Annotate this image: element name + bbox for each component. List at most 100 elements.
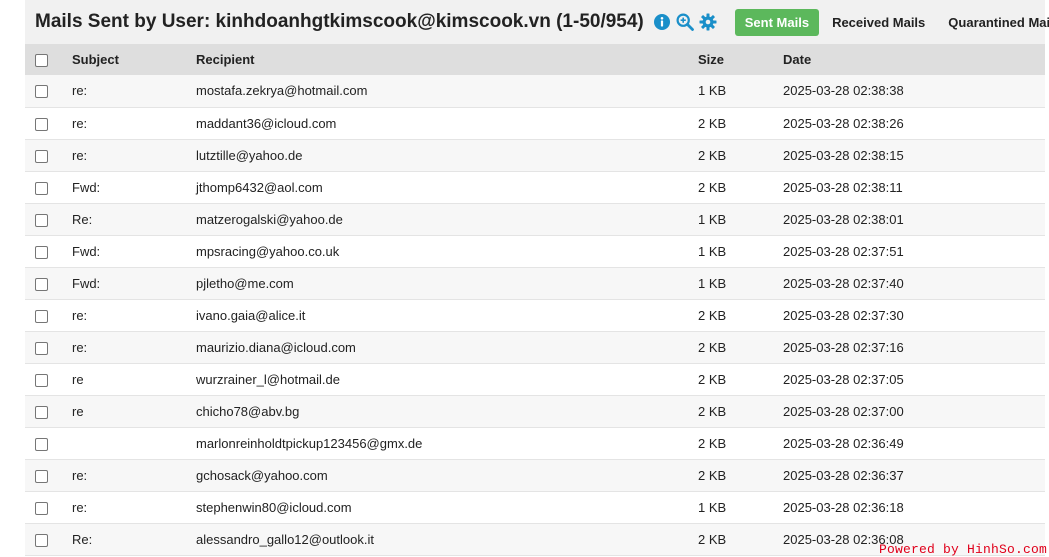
- row-select-cell: [25, 139, 72, 171]
- tab-quarantined-mails[interactable]: Quarantined Mails: [938, 9, 1049, 36]
- info-icon[interactable]: [652, 12, 672, 32]
- recipient-cell: maddant36@icloud.com: [196, 115, 337, 131]
- row-select-cell: [25, 523, 72, 555]
- table-row[interactable]: re chicho78@abv.bg 2 KB 2025-03-28 02:37:00: [25, 395, 1045, 427]
- table-row[interactable]: Fwd: jthomp6432@aol.com 2 KB 2025-03-28 02:…: [25, 171, 1045, 203]
- row-select-cell: [25, 235, 72, 267]
- size-cell: 1 KB: [698, 211, 727, 227]
- recipient-cell: marlonreinholdtpickup123456@gmx.de: [196, 435, 423, 451]
- page-title: Mails Sent by User: kinhdoanhgtkimscook@…: [35, 11, 644, 32]
- column-header-size[interactable]: Size: [698, 44, 783, 75]
- subject-cell: re:: [72, 499, 88, 515]
- table-row[interactable]: re: ivano.gaia@alice.it 2 KB 2025-03-28 02:…: [25, 299, 1045, 331]
- zoom-search-icon[interactable]: [675, 12, 695, 32]
- gear-icon[interactable]: [698, 12, 718, 32]
- date-cell: 2025-03-28 02:37:40: [783, 275, 904, 291]
- recipient-cell: mpsracing@yahoo.co.uk: [196, 243, 340, 259]
- date-cell: 2025-03-28 02:38:01: [783, 211, 904, 227]
- select-all-cell: [25, 44, 72, 75]
- subject-cell: re:: [72, 339, 88, 355]
- row-select-cell: [25, 459, 72, 491]
- row-select-cell: [25, 491, 72, 523]
- table-row[interactable]: marlonreinholdtpickup123456@gmx.de 2 KB 20…: [25, 427, 1045, 459]
- row-select-cell: [25, 299, 72, 331]
- size-cell: 2 KB: [698, 115, 727, 131]
- select-all-checkbox[interactable]: [35, 54, 48, 68]
- row-checkbox[interactable]: [35, 309, 48, 323]
- size-cell: 2 KB: [698, 147, 727, 163]
- row-checkbox[interactable]: [35, 341, 48, 355]
- recipient-cell: matzerogalski@yahoo.de: [196, 211, 343, 227]
- date-cell: 2025-03-28 02:37:05: [783, 371, 904, 387]
- table-row[interactable]: Re: matzerogalski@yahoo.de 1 KB 2025-03-28 …: [25, 203, 1045, 235]
- size-cell: 1 KB: [698, 275, 727, 291]
- subject-cell: Re:: [72, 531, 93, 547]
- row-checkbox[interactable]: [35, 437, 48, 451]
- recipient-cell: alessandro_gallo12@outlook.it: [196, 531, 374, 547]
- row-checkbox[interactable]: [35, 149, 48, 163]
- row-checkbox[interactable]: [35, 469, 48, 483]
- date-cell: 2025-03-28 02:36:37: [783, 467, 904, 483]
- table-row[interactable]: Fwd: mpsracing@yahoo.co.uk 1 KB 2025-03-28 …: [25, 235, 1045, 267]
- table-body: re: mostafa.zekrya@hotmail.com 1 KB 2025-03…: [25, 75, 1045, 555]
- subject-cell: Re:: [72, 211, 93, 227]
- subject-cell: re:: [72, 147, 88, 163]
- recipient-cell: jthomp6432@aol.com: [196, 179, 323, 195]
- size-cell: 1 KB: [698, 243, 727, 259]
- subject-cell: Fwd:: [72, 179, 101, 195]
- row-checkbox[interactable]: [35, 117, 48, 131]
- size-cell: 2 KB: [698, 467, 727, 483]
- row-select-cell: [25, 203, 72, 235]
- subject-cell: re:: [72, 467, 88, 483]
- row-checkbox[interactable]: [35, 245, 48, 259]
- table-row[interactable]: re: maddant36@icloud.com 2 KB 2025-03-28 02…: [25, 107, 1045, 139]
- size-cell: 2 KB: [698, 307, 727, 323]
- subject-cell: re:: [72, 83, 88, 99]
- row-checkbox[interactable]: [35, 501, 48, 515]
- size-cell: 2 KB: [698, 435, 727, 451]
- recipient-cell: mostafa.zekrya@hotmail.com: [196, 83, 368, 99]
- tab-received-mails[interactable]: Received Mails: [822, 9, 935, 36]
- row-checkbox[interactable]: [35, 373, 48, 387]
- date-cell: 2025-03-28 02:37:00: [783, 403, 904, 419]
- row-checkbox[interactable]: [35, 85, 48, 99]
- recipient-cell: stephenwin80@icloud.com: [196, 499, 352, 515]
- date-cell: 2025-03-28 02:38:11: [783, 179, 903, 195]
- column-header-recipient[interactable]: Recipient: [196, 44, 698, 75]
- table-row[interactable]: re: lutztille@yahoo.de 2 KB 2025-03-28 02:3…: [25, 139, 1045, 171]
- subject-cell: re:: [72, 307, 88, 323]
- column-header-subject[interactable]: Subject: [72, 44, 196, 75]
- row-checkbox[interactable]: [35, 533, 48, 547]
- table-row[interactable]: re: maurizio.diana@icloud.com 2 KB 2025-03-…: [25, 331, 1045, 363]
- row-select-cell: [25, 171, 72, 203]
- row-select-cell: [25, 427, 72, 459]
- table-row[interactable]: re: stephenwin80@icloud.com 1 KB 2025-03-28…: [25, 491, 1045, 523]
- date-cell: 2025-03-28 02:37:51: [783, 243, 904, 259]
- mail-table: Subject Recipient Size Date re: mostafa.z…: [25, 44, 1045, 556]
- row-checkbox[interactable]: [35, 213, 48, 227]
- table-row[interactable]: Fwd: pjletho@me.com 1 KB 2025-03-28 02:37:4…: [25, 267, 1045, 299]
- recipient-cell: maurizio.diana@icloud.com: [196, 339, 356, 355]
- tab-sent-mails[interactable]: Sent Mails: [734, 8, 820, 36]
- recipient-cell: gchosack@yahoo.com: [196, 467, 328, 483]
- row-select-cell: [25, 267, 72, 299]
- title-icons: [649, 12, 718, 32]
- subject-cell: [72, 427, 196, 459]
- table-row[interactable]: re: gchosack@yahoo.com 2 KB 2025-03-28 02:3…: [25, 459, 1045, 491]
- row-select-cell: [25, 107, 72, 139]
- recipient-cell: pjletho@me.com: [196, 275, 294, 291]
- mail-tabs: Sent Mails Received Mails Quarantined Ma…: [734, 8, 1049, 36]
- row-checkbox[interactable]: [35, 181, 48, 195]
- size-cell: 2 KB: [698, 531, 727, 547]
- table-row[interactable]: re wurzrainer_l@hotmail.de 2 KB 2025-03-28 …: [25, 363, 1045, 395]
- table-row[interactable]: re: mostafa.zekrya@hotmail.com 1 KB 2025-03…: [25, 75, 1045, 107]
- row-select-cell: [25, 331, 72, 363]
- size-cell: 1 KB: [698, 499, 727, 515]
- size-cell: 2 KB: [698, 403, 727, 419]
- table-header-row: Subject Recipient Size Date: [25, 44, 1045, 75]
- date-cell: 2025-03-28 02:36:18: [783, 499, 904, 515]
- page-header: Mails Sent by User: kinhdoanhgtkimscook@…: [25, 0, 1049, 44]
- row-checkbox[interactable]: [35, 405, 48, 419]
- row-checkbox[interactable]: [35, 277, 48, 291]
- column-header-date[interactable]: Date: [783, 44, 1045, 75]
